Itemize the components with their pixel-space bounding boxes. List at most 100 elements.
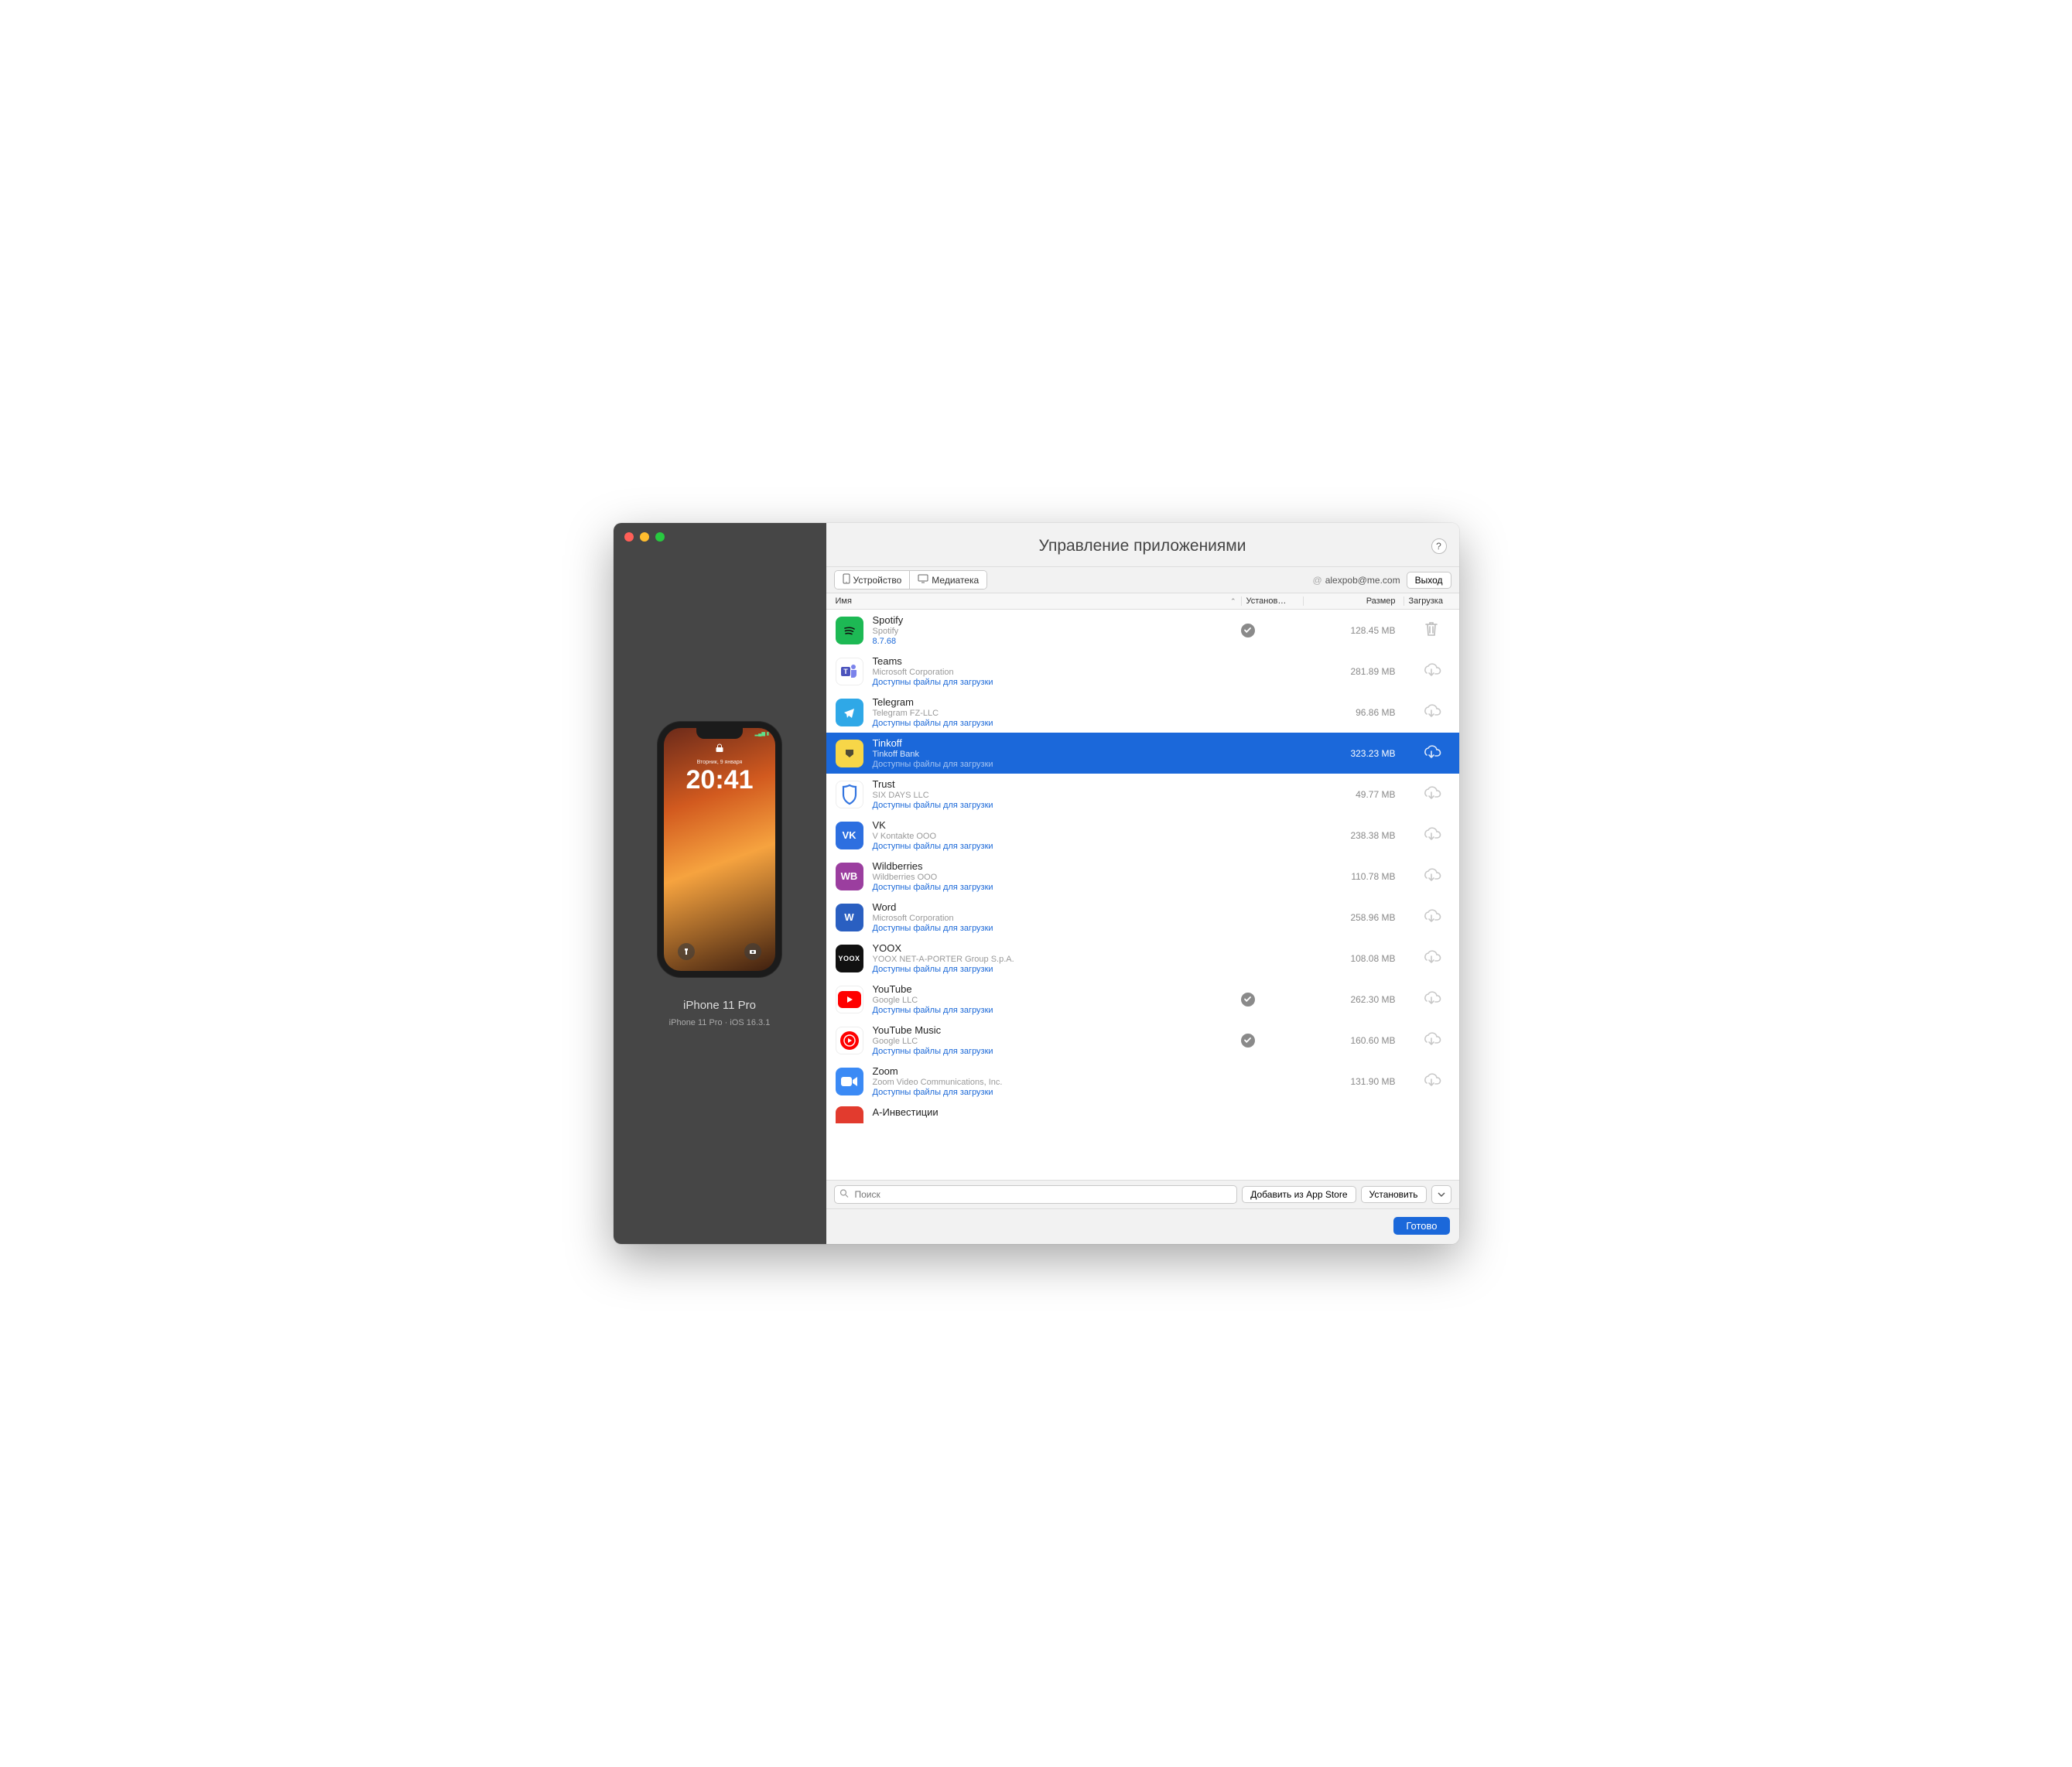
- cloud-download-icon[interactable]: [1421, 949, 1441, 967]
- app-files-link[interactable]: Доступны файлы для загрузки: [873, 719, 1241, 728]
- help-button[interactable]: ?: [1431, 538, 1447, 554]
- install-button[interactable]: Установить: [1361, 1186, 1427, 1203]
- app-row[interactable]: ZoomZoom Video Communications, Inc.Досту…: [826, 1061, 1459, 1102]
- app-info: WildberriesWildberries OOOДоступны файлы…: [863, 860, 1241, 892]
- size-cell: 128.45 MB: [1303, 625, 1404, 636]
- app-row[interactable]: YouTubeGoogle LLCДоступны файлы для загр…: [826, 979, 1459, 1020]
- main-panel: Управление приложениями ? Устройство Мед…: [826, 523, 1459, 1244]
- cloud-download-icon[interactable]: [1421, 990, 1441, 1008]
- app-icon: [836, 986, 863, 1013]
- app-name: Word: [873, 901, 1241, 913]
- installed-check-icon: [1241, 1034, 1255, 1048]
- cloud-download-icon[interactable]: [1421, 867, 1441, 885]
- app-files-link[interactable]: Доступны файлы для загрузки: [873, 1006, 1241, 1015]
- app-row[interactable]: YOOXYOOXYOOX NET-A-PORTER Group S.p.A.До…: [826, 938, 1459, 979]
- app-publisher: Telegram FZ-LLC: [873, 709, 1241, 718]
- size-cell: 238.38 MB: [1303, 830, 1404, 841]
- app-files-link[interactable]: Доступны файлы для загрузки: [873, 678, 1241, 687]
- device-icon: [843, 573, 850, 586]
- app-list[interactable]: SpotifySpotify8.7.68128.45 MBTTeamsMicro…: [826, 610, 1459, 1180]
- app-row[interactable]: T TeamsMicrosoft CorporationДоступны файл…: [826, 651, 1459, 692]
- app-row[interactable]: WWordMicrosoft CorporationДоступны файлы…: [826, 897, 1459, 938]
- column-download[interactable]: Загрузка: [1404, 596, 1459, 606]
- action-cell: [1404, 703, 1459, 721]
- size-cell: 49.77 MB: [1303, 789, 1404, 800]
- action-cell: [1404, 620, 1459, 640]
- app-files-link[interactable]: Доступны файлы для загрузки: [873, 965, 1241, 974]
- column-installed[interactable]: Установ…: [1241, 596, 1303, 606]
- app-files-link[interactable]: Доступны файлы для загрузки: [873, 760, 1241, 769]
- library-tab-label: Медиатека: [932, 575, 979, 586]
- action-cell: [1404, 744, 1459, 762]
- column-name[interactable]: Имя ⌃: [826, 596, 1241, 606]
- app-row[interactable]: SpotifySpotify8.7.68128.45 MB: [826, 610, 1459, 651]
- app-row[interactable]: YouTube MusicGoogle LLCДоступны файлы дл…: [826, 1020, 1459, 1061]
- device-subtitle: iPhone 11 Pro · iOS 16.3.1: [669, 1018, 771, 1027]
- app-files-link[interactable]: Доступны файлы для загрузки: [873, 883, 1241, 892]
- sort-ascending-icon: ⌃: [1230, 597, 1236, 606]
- app-publisher: Zoom Video Communications, Inc.: [873, 1078, 1241, 1087]
- close-window-button[interactable]: [624, 532, 634, 542]
- app-info: WordMicrosoft CorporationДоступны файлы …: [863, 901, 1241, 933]
- cloud-download-icon[interactable]: [1421, 703, 1441, 721]
- done-button[interactable]: Готово: [1393, 1217, 1449, 1235]
- cloud-download-icon[interactable]: [1421, 1072, 1441, 1090]
- app-name: YOOX: [873, 942, 1241, 954]
- app-row[interactable]: TinkoffTinkoff BankДоступны файлы для за…: [826, 733, 1459, 774]
- size-cell: 160.60 MB: [1303, 1035, 1404, 1046]
- footer-bar: Добавить из App Store Установить: [826, 1180, 1459, 1208]
- app-row[interactable]: VKVKV Kontakte OOOДоступны файлы для заг…: [826, 815, 1459, 856]
- logout-button[interactable]: Выход: [1407, 572, 1451, 589]
- minimize-window-button[interactable]: [640, 532, 649, 542]
- maximize-window-button[interactable]: [655, 532, 665, 542]
- app-name: VK: [873, 819, 1241, 831]
- app-publisher: Wildberries OOO: [873, 873, 1241, 882]
- app-publisher: Google LLC: [873, 1037, 1241, 1046]
- cloud-download-icon[interactable]: [1421, 1031, 1441, 1049]
- app-files-link[interactable]: Доступны файлы для загрузки: [873, 842, 1241, 851]
- cloud-download-icon[interactable]: [1421, 785, 1441, 803]
- app-name: Wildberries: [873, 860, 1241, 872]
- install-dropdown-button[interactable]: [1431, 1185, 1451, 1204]
- phone-screen: ▂▄▆ ▮ Вторник, 9 января 20:41: [664, 728, 775, 971]
- app-info: ZoomZoom Video Communications, Inc.Досту…: [863, 1065, 1241, 1097]
- action-cell: [1404, 1072, 1459, 1090]
- app-icon: [836, 617, 863, 644]
- app-name: Spotify: [873, 614, 1241, 626]
- phone-notch: [696, 728, 743, 739]
- app-icon: T: [836, 658, 863, 685]
- app-row[interactable]: WBWildberriesWildberries OOOДоступны фай…: [826, 856, 1459, 897]
- action-cell: [1404, 908, 1459, 926]
- flashlight-icon: [678, 943, 695, 960]
- cloud-download-icon[interactable]: [1421, 662, 1441, 680]
- trash-icon[interactable]: [1424, 620, 1439, 640]
- app-version-link[interactable]: 8.7.68: [873, 637, 1241, 646]
- app-row[interactable]: А-Инвестиции: [826, 1102, 1459, 1123]
- app-row[interactable]: TelegramTelegram FZ-LLCДоступны файлы дл…: [826, 692, 1459, 733]
- app-window: ▂▄▆ ▮ Вторник, 9 января 20:41: [614, 523, 1459, 1244]
- cloud-download-icon[interactable]: [1421, 908, 1441, 926]
- app-row[interactable]: TrustSIX DAYS LLCДоступны файлы для загр…: [826, 774, 1459, 815]
- cloud-download-icon[interactable]: [1421, 744, 1441, 762]
- installed-cell: [1241, 624, 1303, 637]
- library-tab[interactable]: Медиатека: [909, 571, 986, 589]
- account-label: @ alexpob@me.com: [1313, 575, 1400, 586]
- toolbar: Устройство Медиатека @ alexpob@me.com Вы…: [826, 566, 1459, 593]
- search-input[interactable]: [834, 1185, 1238, 1204]
- cloud-download-icon[interactable]: [1421, 826, 1441, 844]
- svg-text:T: T: [843, 668, 848, 675]
- size-cell: 131.90 MB: [1303, 1076, 1404, 1087]
- app-info: TeamsMicrosoft CorporationДоступны файлы…: [863, 655, 1241, 687]
- app-files-link[interactable]: Доступны файлы для загрузки: [873, 801, 1241, 810]
- toolbar-right: @ alexpob@me.com Выход: [1313, 572, 1451, 589]
- column-size[interactable]: Размер: [1303, 596, 1404, 606]
- app-name: Teams: [873, 655, 1241, 667]
- device-tab[interactable]: Устройство: [835, 571, 910, 589]
- app-files-link[interactable]: Доступны файлы для загрузки: [873, 1088, 1241, 1097]
- column-name-label: Имя: [836, 596, 852, 606]
- app-icon: [836, 699, 863, 726]
- action-cell: [1404, 826, 1459, 844]
- add-from-appstore-button[interactable]: Добавить из App Store: [1242, 1186, 1356, 1203]
- app-files-link[interactable]: Доступны файлы для загрузки: [873, 1047, 1241, 1056]
- app-files-link[interactable]: Доступны файлы для загрузки: [873, 924, 1241, 933]
